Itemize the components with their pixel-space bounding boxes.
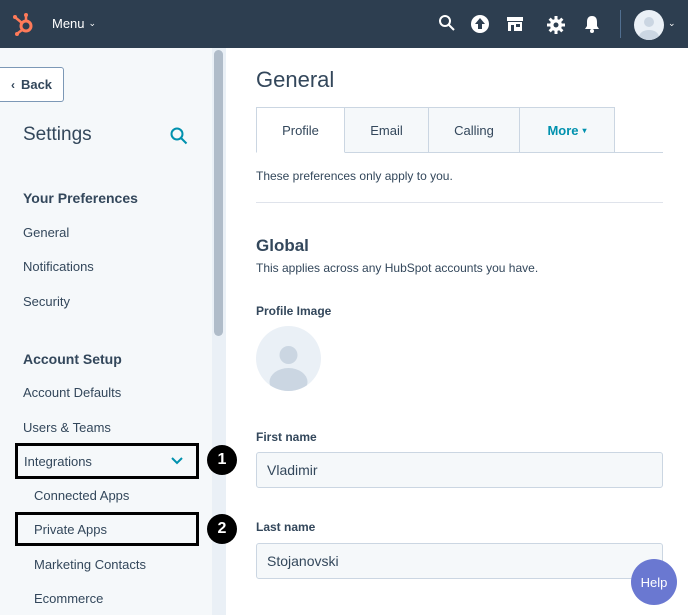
sidebar-subitem-private-apps[interactable]: Private Apps xyxy=(15,512,199,546)
tab-profile[interactable]: Profile xyxy=(256,107,345,153)
scrollbar-thumb[interactable] xyxy=(214,50,223,336)
sidebar-item-label: Integrations xyxy=(24,453,92,469)
settings-tabs: Profile Email Calling More ▾ xyxy=(256,107,615,153)
sidebar-item-users-teams[interactable]: Users & Teams xyxy=(23,420,111,435)
page-title: General xyxy=(256,67,335,92)
first-name-label: First name xyxy=(256,430,317,444)
divider xyxy=(256,202,663,203)
chevron-left-icon: ‹ xyxy=(10,77,15,92)
settings-title: Settings xyxy=(23,124,92,145)
first-name-field[interactable]: Vladimir xyxy=(256,452,663,488)
sidebar-item-integrations[interactable]: Integrations xyxy=(15,443,199,479)
tab-email[interactable]: Email xyxy=(345,107,429,153)
chevron-down-icon: ⌄ xyxy=(88,18,97,28)
sidebar-item-general[interactable]: General xyxy=(23,225,69,240)
tabs-baseline xyxy=(615,152,663,153)
back-button[interactable]: ‹ Back xyxy=(0,67,64,102)
bell-icon[interactable] xyxy=(583,14,603,34)
upgrade-arrow-icon[interactable] xyxy=(470,14,490,34)
section-heading-account-setup: Account Setup xyxy=(23,351,122,367)
tab-calling[interactable]: Calling xyxy=(429,107,520,153)
sidebar-subitem-ecommerce[interactable]: Ecommerce xyxy=(34,591,103,606)
section-heading-your-preferences: Your Preferences xyxy=(23,190,138,206)
tab-more[interactable]: More ▾ xyxy=(520,107,615,153)
profile-image-label: Profile Image xyxy=(256,304,332,318)
back-label: Back xyxy=(20,77,53,92)
annotation-marker-2: 2 xyxy=(207,514,237,544)
search-icon[interactable] xyxy=(438,14,458,34)
preferences-note: These preferences only apply to you. xyxy=(256,169,453,183)
nav-divider xyxy=(620,10,621,38)
sidebar-item-label: Private Apps xyxy=(34,521,107,537)
global-heading: Global xyxy=(256,236,309,255)
search-icon[interactable] xyxy=(170,127,188,145)
caret-down-icon: ▾ xyxy=(582,125,587,135)
sidebar-item-account-defaults[interactable]: Account Defaults xyxy=(23,385,121,400)
help-button[interactable]: Help xyxy=(631,559,677,605)
menu-label: Menu xyxy=(52,16,85,31)
profile-image-avatar[interactable] xyxy=(256,326,321,391)
annotation-marker-1: 1 xyxy=(207,445,237,475)
sidebar-subitem-marketing-contacts[interactable]: Marketing Contacts xyxy=(34,557,146,572)
chevron-down-icon[interactable]: ⌄ xyxy=(668,18,676,29)
sidebar-item-security[interactable]: Security xyxy=(23,294,70,309)
menu-dropdown[interactable]: Menu ⌄ xyxy=(52,16,96,31)
sidebar-item-notifications[interactable]: Notifications xyxy=(23,259,94,274)
last-name-field[interactable]: Stojanovski xyxy=(256,543,663,579)
avatar[interactable] xyxy=(634,10,664,40)
marketplace-icon[interactable] xyxy=(505,14,525,34)
global-subtitle: This applies across any HubSpot accounts… xyxy=(256,261,539,275)
top-navigation: Menu ⌄ ⌄ xyxy=(0,0,688,48)
sidebar-subitem-connected-apps[interactable]: Connected Apps xyxy=(34,488,129,503)
chevron-down-icon xyxy=(170,454,184,468)
gear-icon[interactable] xyxy=(546,15,566,35)
hubspot-sprocket-icon[interactable] xyxy=(12,12,36,36)
tab-more-label: More xyxy=(547,122,579,138)
last-name-label: Last name xyxy=(256,520,316,534)
